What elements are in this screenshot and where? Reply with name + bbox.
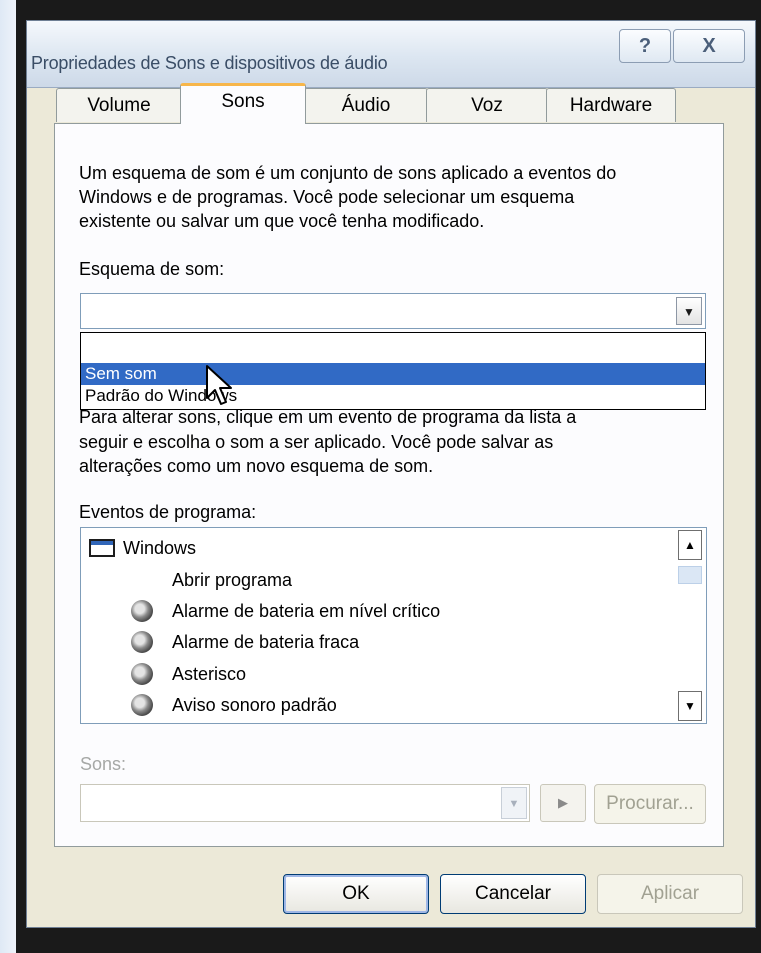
events-scrollbar[interactable]: ▲ ▼ xyxy=(678,530,704,721)
speaker-icon xyxy=(131,694,153,716)
event-label: Abrir programa xyxy=(172,570,293,590)
event-label: Alarme de bateria fraca xyxy=(172,632,360,652)
events-label: Eventos de programa: xyxy=(79,502,257,522)
scroll-down-icon[interactable]: ▼ xyxy=(678,691,702,721)
play-button[interactable]: ▶ xyxy=(540,784,586,822)
event-label: Asterisco xyxy=(172,664,247,684)
scheme-select[interactable]: ▼ xyxy=(80,293,706,329)
sound-file-select[interactable]: ▼ xyxy=(80,784,530,822)
apply-button[interactable]: Aplicar xyxy=(597,874,743,914)
scroll-up-icon[interactable]: ▲ xyxy=(678,530,702,560)
play-icon: ▶ xyxy=(558,795,568,810)
scroll-thumb[interactable] xyxy=(678,566,702,584)
change-line-2: seguir e escolha o som a ser aplicado. V… xyxy=(79,432,554,452)
scheme-option-selected[interactable]: Sem som xyxy=(81,363,705,385)
speaker-icon xyxy=(131,631,153,653)
tab-sons[interactable]: Sons xyxy=(180,83,306,124)
program-events-list[interactable]: Windows Abrir programa Alarme de bateria… xyxy=(80,527,707,724)
tab-volume[interactable]: Volume xyxy=(56,88,182,122)
intro-line-2: Windows e de programas. Você pode seleci… xyxy=(79,187,575,207)
title-bar[interactable]: Propriedades de Sons e dispositivos de á… xyxy=(27,21,755,88)
speaker-icon xyxy=(131,600,153,622)
dropdown-arrow-icon[interactable]: ▼ xyxy=(501,787,527,819)
speaker-icon xyxy=(131,663,153,685)
cancel-button[interactable]: Cancelar xyxy=(440,874,586,914)
sounds-label: Sons: xyxy=(80,754,127,774)
event-label: Alarme de bateria em nível crítico xyxy=(172,601,441,621)
window-icon xyxy=(89,539,115,557)
scheme-option[interactable]: Padrão do Windows xyxy=(81,385,705,407)
browse-button[interactable]: Procurar... xyxy=(594,784,706,824)
ok-button[interactable]: OK xyxy=(283,874,429,914)
scheme-label: Esquema de som: xyxy=(79,259,225,279)
change-line-3: alterações como um novo esquema de som. xyxy=(79,456,434,476)
tab-audio[interactable]: Áudio xyxy=(304,88,428,122)
help-button[interactable]: ? xyxy=(619,29,671,63)
close-button[interactable]: X xyxy=(673,29,745,63)
mouse-cursor-icon xyxy=(206,365,232,405)
intro-line-3: existente ou salvar um que você tenha mo… xyxy=(79,211,485,231)
event-label: Aviso sonoro padrão xyxy=(172,695,337,715)
event-label: Windows xyxy=(123,538,197,558)
tab-hardware[interactable]: Hardware xyxy=(546,88,676,122)
scheme-dropdown-list: Sem som Padrão do Windows xyxy=(80,332,706,410)
tab-voz[interactable]: Voz xyxy=(426,88,548,122)
intro-line-1: Um esquema de som é um conjunto de sons … xyxy=(79,163,617,183)
dropdown-arrow-icon[interactable]: ▼ xyxy=(676,297,702,325)
window-title: Propriedades de Sons e dispositivos de á… xyxy=(31,53,388,73)
scheme-option[interactable] xyxy=(81,336,705,358)
